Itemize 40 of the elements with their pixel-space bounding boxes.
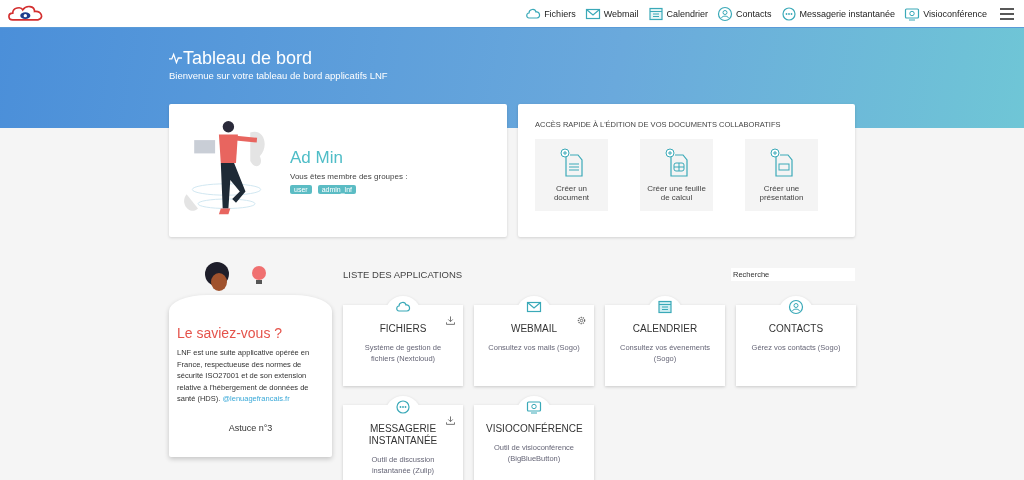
app-name: VISIOCONFÉRENCE: [486, 423, 582, 435]
section-title: LISTE DES APPLICATIONS: [343, 269, 463, 280]
chat-bubble-icon: [780, 5, 797, 22]
menu-icon[interactable]: [1000, 7, 1014, 20]
settings-icon[interactable]: [577, 316, 586, 325]
user-icon: [717, 5, 734, 22]
app-name: FICHIERS: [378, 323, 428, 335]
page-title: Tableau de bord: [183, 48, 313, 68]
groups-label: Vous êtes membre des groupes :: [290, 171, 408, 181]
nav-link[interactable]: Messagerie instantanée: [780, 5, 896, 22]
monitor-icon: [904, 5, 921, 22]
monitor-icon: [526, 399, 542, 415]
app-name: MESSAGERIE INSTANTANÉE: [367, 423, 439, 447]
tip-title: Le saviez-vous ?: [177, 325, 284, 341]
spreadsheet-icon: [664, 148, 689, 178]
user-icon: [788, 299, 804, 315]
nav-link[interactable]: Webmail: [584, 5, 639, 22]
cloud-icon: [395, 299, 411, 315]
create-document-button[interactable]: Créer une feuille de calcul: [640, 139, 713, 211]
nav-link[interactable]: Fichiers: [525, 5, 576, 22]
calendar-icon: [657, 299, 673, 315]
pulse-icon: [169, 52, 182, 64]
calendar-icon: [647, 5, 664, 22]
envelope-icon: [526, 299, 542, 315]
create-document-button[interactable]: Créer une présentation: [745, 139, 818, 211]
presentation-icon: [769, 148, 794, 178]
app-name: CONTACTS: [767, 323, 825, 335]
tip-number: Astuce n°3: [227, 422, 274, 433]
app-name: CALENDRIER: [631, 323, 699, 335]
chat-bubble-icon: [395, 399, 411, 415]
download-icon[interactable]: [446, 316, 455, 325]
create-document-button[interactable]: Créer un document: [535, 139, 608, 211]
nav-link[interactable]: Calendrier: [647, 5, 709, 22]
user-name: Ad Min: [290, 147, 344, 168]
welcome-subtitle: Bienvenue sur votre tableau de bord applicatifs LNF: [169, 70, 389, 81]
app-name: WEBMAIL: [509, 323, 559, 335]
download-icon[interactable]: [446, 416, 455, 425]
text-document-icon: [559, 148, 584, 178]
nav-link[interactable]: Visioconférence: [904, 5, 987, 22]
nav-link[interactable]: Contacts: [717, 5, 772, 22]
